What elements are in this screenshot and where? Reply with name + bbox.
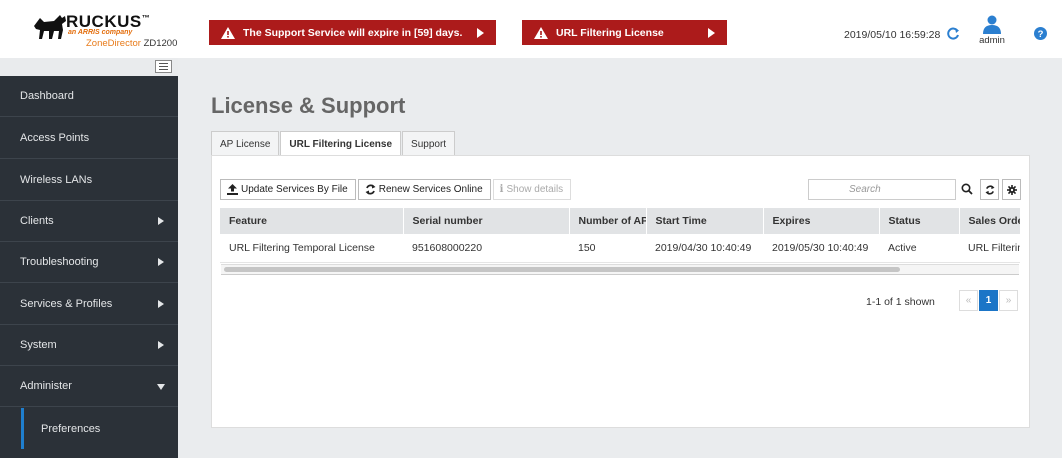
product-model: ZoneDirector ZD1200: [86, 38, 178, 49]
url-filtering-alert[interactable]: URL Filtering License: [522, 20, 727, 45]
column-header-number-of-ap[interactable]: Number of AP: [569, 208, 647, 234]
cell-sales-order: URL Filtering: [959, 234, 1020, 263]
tab-bar: AP License URL Filtering License Support: [211, 131, 456, 156]
cell-start-time: 2019/04/30 10:40:49: [646, 234, 763, 263]
column-header-expires[interactable]: Expires: [763, 208, 880, 234]
cell-expires: 2019/05/30 10:40:49: [763, 234, 879, 263]
play-arrow-icon: [477, 28, 484, 38]
svg-text:?: ?: [1038, 29, 1044, 40]
main-content: License & Support AP License URL Filteri…: [178, 58, 1062, 458]
warning-icon: [534, 26, 548, 39]
help-icon[interactable]: ?: [1034, 27, 1047, 40]
next-page-button[interactable]: »: [999, 290, 1018, 311]
search-input[interactable]: Search: [808, 179, 956, 200]
refresh-icon: [984, 184, 995, 195]
system-datetime: 2019/05/10 16:59:28: [844, 29, 941, 41]
caret-right-icon: [158, 341, 164, 349]
update-services-button[interactable]: Update Services By File: [220, 179, 356, 200]
page-1-button[interactable]: 1: [979, 290, 998, 311]
hamburger-menu-icon[interactable]: [155, 60, 172, 73]
column-header-sales-order[interactable]: Sales Order: [959, 208, 1021, 234]
cell-status: Active: [879, 234, 959, 263]
table-row[interactable]: URL Filtering Temporal License 951608000…: [220, 234, 1020, 263]
alert-text: The Support Service will expire in [59] …: [243, 26, 463, 39]
renew-services-button[interactable]: Renew Services Online: [357, 179, 491, 200]
table-settings-button[interactable]: [1002, 179, 1021, 200]
sidebar-item-dashboard[interactable]: Dashboard: [0, 76, 178, 117]
sidebar-collapse-bar: [0, 58, 178, 76]
sidebar-item-administer[interactable]: Administer: [0, 366, 178, 407]
gear-icon: [1006, 184, 1017, 195]
caret-right-icon: [158, 258, 164, 266]
page-title: License & Support: [211, 93, 406, 118]
license-panel: Update Services By File Renew Services O…: [211, 155, 1030, 428]
scrollbar-thumb[interactable]: [224, 267, 900, 272]
column-header-serial-number[interactable]: Serial number: [403, 208, 570, 234]
caret-right-icon: [158, 300, 164, 308]
sidebar-subitem-preferences[interactable]: Preferences: [21, 408, 178, 449]
brand-tagline: an ARRIS company: [68, 29, 133, 36]
sidebar-item-access-points[interactable]: Access Points: [0, 118, 178, 159]
sidebar-item-services-profiles[interactable]: Services & Profiles: [0, 284, 178, 325]
caret-right-icon: [158, 217, 164, 225]
alert-text: URL Filtering License: [556, 26, 664, 39]
search-icon[interactable]: [961, 183, 973, 195]
upload-icon: [227, 184, 238, 195]
tab-url-filtering-license[interactable]: URL Filtering License: [280, 131, 402, 156]
table-header-row: Feature Serial number Number of AP Start…: [220, 208, 1021, 234]
column-header-feature[interactable]: Feature: [220, 208, 404, 234]
sidebar-item-troubleshooting[interactable]: Troubleshooting: [0, 242, 178, 283]
renew-icon: [365, 184, 376, 195]
sidebar-item-wireless-lans[interactable]: Wireless LANs: [0, 160, 178, 201]
show-details-button[interactable]: i Show details: [492, 179, 572, 200]
ruckus-logo[interactable]: RUCKUS™ an ARRIS company ZoneDirector ZD…: [32, 8, 182, 49]
cell-feature: URL Filtering Temporal License: [220, 234, 403, 263]
license-table: Feature Serial number Number of AP Start…: [220, 208, 1021, 263]
info-icon: i: [499, 184, 504, 195]
cell-number-of-ap: 150: [569, 234, 646, 263]
tab-ap-license[interactable]: AP License: [211, 131, 280, 156]
user-avatar-icon: [983, 15, 1001, 34]
caret-down-icon: [157, 384, 165, 390]
pagination-info: 1-1 of 1 shown: [866, 296, 935, 308]
table-toolbar: Update Services By File Renew Services O…: [220, 179, 573, 200]
user-menu[interactable]: admin: [976, 14, 1008, 50]
column-header-status[interactable]: Status: [879, 208, 960, 234]
refresh-table-button[interactable]: [980, 179, 999, 200]
tab-support[interactable]: Support: [402, 131, 456, 156]
cell-serial-number: 951608000220: [403, 234, 569, 263]
warning-icon: [221, 26, 235, 39]
horizontal-scrollbar[interactable]: [221, 264, 1019, 275]
sidebar: Dashboard Access Points Wireless LANs Cl…: [0, 58, 178, 458]
username: admin: [979, 35, 1005, 46]
ruckus-dog-icon: [34, 15, 66, 39]
header: RUCKUS™ an ARRIS company ZoneDirector ZD…: [0, 0, 1062, 58]
support-expiry-alert[interactable]: The Support Service will expire in [59] …: [209, 20, 496, 45]
sidebar-item-clients[interactable]: Clients: [0, 201, 178, 242]
sidebar-item-system[interactable]: System: [0, 325, 178, 366]
prev-page-button[interactable]: «: [959, 290, 978, 311]
play-arrow-icon: [708, 28, 715, 38]
column-header-start-time[interactable]: Start Time: [646, 208, 764, 234]
refresh-icon[interactable]: [946, 27, 960, 41]
